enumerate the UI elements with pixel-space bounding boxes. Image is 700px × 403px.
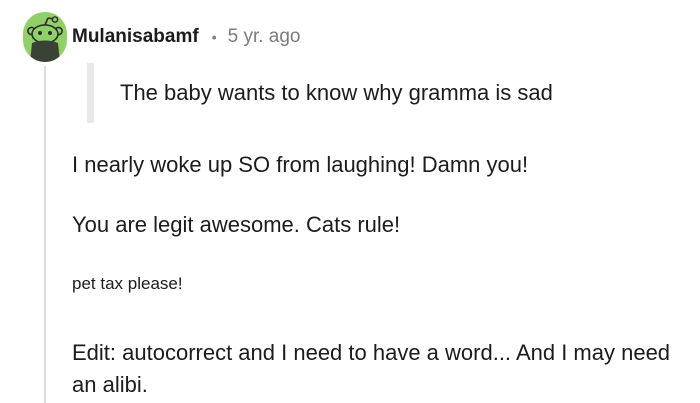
timestamp[interactable]: 5 yr. ago	[228, 26, 301, 48]
comment-paragraph: I nearly woke up SO from laughing! Damn …	[72, 152, 529, 177]
comment-edit-paragraph: Edit: autocorrect and I need to have a w…	[72, 340, 671, 397]
blockquote: The baby wants to know why gramma is sad	[87, 63, 553, 123]
comment-paragraph: You are legit awesome. Cats rule!	[72, 212, 401, 237]
reddit-snoo-avatar-icon[interactable]	[23, 12, 67, 62]
comment: Mulanisabamf • 5 yr. ago The baby wants …	[0, 0, 700, 403]
quote-text: The baby wants to know why gramma is sad	[120, 80, 553, 105]
separator-dot: •	[211, 29, 217, 45]
thread-line[interactable]	[44, 66, 46, 403]
username-link[interactable]: Mulanisabamf	[72, 26, 199, 48]
comment-header: Mulanisabamf • 5 yr. ago	[72, 24, 301, 50]
comment-paragraph-small: pet tax please!	[72, 274, 183, 293]
